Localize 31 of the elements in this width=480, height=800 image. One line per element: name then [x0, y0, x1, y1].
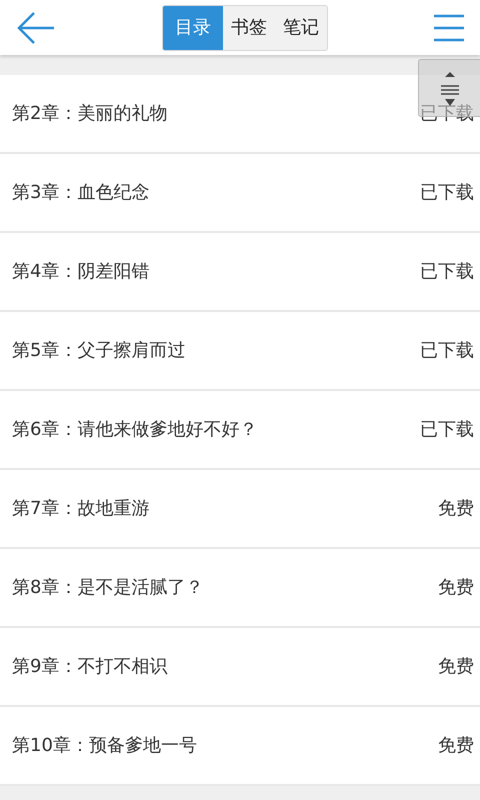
chapter-title: 第7章：故地重游 — [12, 497, 150, 521]
menu-icon[interactable] — [434, 14, 464, 42]
chapter-row[interactable]: 第6章：请他来做爹地好不好？ 已下载 — [0, 391, 480, 470]
chapter-status: 已下载 — [420, 181, 474, 205]
chapter-status: 已下载 — [420, 418, 474, 442]
tab[interactable]: 书签 — [223, 6, 275, 50]
chapter-title: 第4章：阴差阳错 — [12, 260, 150, 284]
chapter-title: 第10章：预备爹地一号 — [12, 734, 197, 758]
chapter-status: 免费 — [438, 576, 474, 600]
chapter-row[interactable]: 第3章：血色纪念 已下载 — [0, 154, 480, 233]
chapter-title: 第3章：血色纪念 — [12, 181, 150, 205]
chapter-status: 免费 — [438, 655, 474, 679]
chapter-title: 第8章：是不是活腻了？ — [12, 576, 204, 600]
chapter-status: 已下载 — [420, 102, 474, 126]
chapter-row[interactable]: 第4章：阴差阳错 已下载 — [0, 233, 480, 312]
chapter-row[interactable]: 第8章：是不是活腻了？ 免费 — [0, 549, 480, 628]
chapter-status: 已下载 — [420, 339, 474, 363]
chapter-status: 免费 — [438, 497, 474, 521]
chapter-status: 免费 — [438, 734, 474, 758]
chapter-row[interactable]: 第2章：美丽的礼物 已下载 — [0, 75, 480, 154]
back-icon[interactable] — [16, 10, 56, 44]
chapter-status: 已下载 — [420, 260, 474, 284]
chapter-row[interactable]: 第7章：故地重游 免费 — [0, 470, 480, 549]
chapter-title: 第2章：美丽的礼物 — [12, 102, 168, 126]
chapter-row[interactable]: 第9章：不打不相识 免费 — [0, 628, 480, 707]
chapter-row[interactable]: 第5章：父子擦肩而过 已下载 — [0, 312, 480, 391]
chapter-title: 第5章：父子擦肩而过 — [12, 339, 186, 363]
tab[interactable]: 笔记 — [275, 6, 327, 50]
chapter-title: 第9章：不打不相识 — [12, 655, 168, 679]
chapter-title: 第6章：请他来做爹地好不好？ — [12, 418, 258, 442]
chapter-row[interactable]: 第10章：预备爹地一号 免费 — [0, 707, 480, 786]
